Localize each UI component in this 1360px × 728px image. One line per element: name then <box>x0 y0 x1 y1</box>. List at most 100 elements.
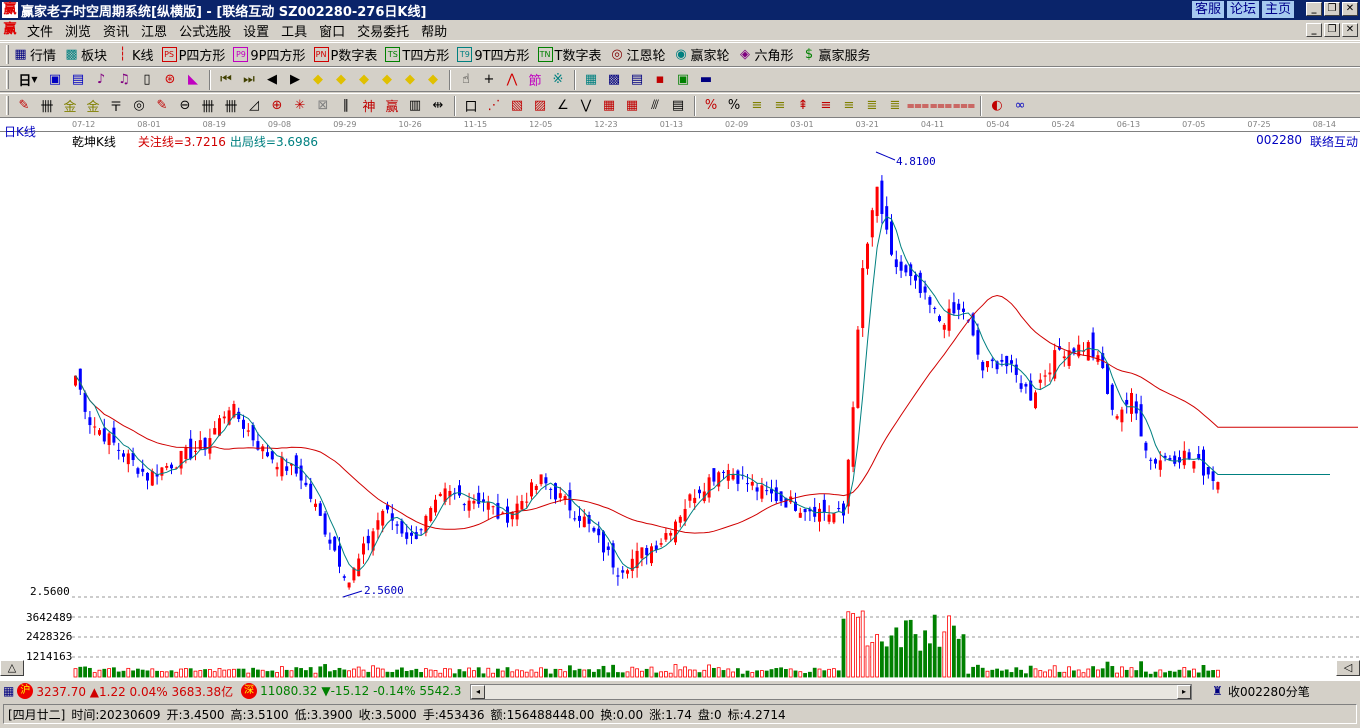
toolbar-button-ps[interactable]: PS P四方形 <box>161 45 225 64</box>
grid2-icon[interactable]: ▦ <box>621 96 643 116</box>
section-icon[interactable]: 節 <box>524 70 546 90</box>
toolbar-button-winner-wheel[interactable]: ◉ 赢家轮 <box>674 45 729 64</box>
gold-tri-icon[interactable]: ≣ <box>884 96 906 116</box>
channel-icon[interactable]: ⫻ <box>644 96 666 116</box>
indicator9-icon[interactable]: ♫ <box>113 70 135 90</box>
app-menu-icon[interactable]: 赢 <box>2 22 18 38</box>
toolbar-grip[interactable] <box>6 70 9 89</box>
tick-detail-button[interactable]: 收002280分笔 <box>1228 683 1310 700</box>
menu-help[interactable]: 帮助 <box>415 21 453 40</box>
slash-lines-icon[interactable]: ∥ <box>335 96 357 116</box>
zigzag-icon[interactable]: ⋁ <box>575 96 597 116</box>
speed-lines3-icon[interactable]: ⩶ <box>953 96 975 116</box>
gold-ratio2-icon[interactable]: ≡ <box>769 96 791 116</box>
angle-icon[interactable]: ◿ <box>243 96 265 116</box>
homepage-link[interactable]: 主页 <box>1261 1 1294 18</box>
box-icon[interactable]: 口 <box>460 96 482 116</box>
expand-icon[interactable]: ◆ <box>353 70 375 90</box>
gold-line-icon[interactable]: ⾦ <box>59 96 81 116</box>
toolbar-button-blocks[interactable]: ▩ 板块 <box>64 45 107 64</box>
last-icon[interactable]: ⏭ <box>238 70 260 90</box>
radial-icon[interactable]: ✳ <box>289 96 311 116</box>
menu-browse[interactable]: 浏览 <box>59 21 97 40</box>
expand-panel-right-button[interactable]: ◁ <box>1336 660 1360 676</box>
menu-news[interactable]: 资讯 <box>97 21 135 40</box>
circle-grid-icon[interactable]: ⊖ <box>174 96 196 116</box>
toolbar-button-t9[interactable]: T9 9T四方形 <box>457 45 530 64</box>
next-icon[interactable]: ▶ <box>284 70 306 90</box>
gold-ratio-icon[interactable]: ≡ <box>746 96 768 116</box>
square-spiral-icon[interactable]: ⊠ <box>312 96 334 116</box>
minimize-button[interactable]: _ <box>1306 2 1322 16</box>
speed-lines2-icon[interactable]: ⩶ <box>930 96 952 116</box>
menu-trade[interactable]: 交易委托 <box>351 21 415 40</box>
wave-icon[interactable]: ⋀ <box>501 70 523 90</box>
fan-icon[interactable]: ⋰ <box>483 96 505 116</box>
tri-lines-icon[interactable]: ≣ <box>861 96 883 116</box>
menu-tools[interactable]: 工具 <box>275 21 313 40</box>
menu-window[interactable]: 窗口 <box>313 21 351 40</box>
toolbar-button-gann-wheel[interactable]: ◎ 江恩轮 <box>610 45 665 64</box>
measure-icon[interactable]: ⇹ <box>427 96 449 116</box>
toolbar-button-grid[interactable]: ▦ 行情 <box>13 45 56 64</box>
menu-file[interactable]: 文件 <box>21 21 59 40</box>
calculator-icon[interactable]: ▩ <box>603 70 625 90</box>
pattern-icon[interactable]: ※ <box>547 70 569 90</box>
prev-icon[interactable]: ◀ <box>261 70 283 90</box>
toolbar-button-pn[interactable]: PN P数字表 <box>313 45 377 64</box>
hand-icon[interactable]: ☝ <box>455 70 477 90</box>
toolbar-button-tn[interactable]: TN T数字表 <box>537 45 602 64</box>
customer-service-link[interactable]: 客服 <box>1191 1 1224 18</box>
menu-settings[interactable]: 设置 <box>237 21 275 40</box>
toolbar-button-ts[interactable]: TS T四方形 <box>385 45 449 64</box>
infinity-icon[interactable]: ∞ <box>1009 96 1031 116</box>
gold-levels-icon[interactable]: ≡ <box>838 96 860 116</box>
expand-panel-button[interactable]: △ <box>0 660 24 676</box>
crosshair-icon[interactable]: + <box>478 70 500 90</box>
spiral-icon[interactable]: ◎ <box>128 96 150 116</box>
kline-chart[interactable]: 07-12 08-01 08-19 09-08 09-29 10-26 11-15 12-05… <box>0 118 1360 680</box>
toolbar-button-hexagon[interactable]: ◈ 六角形 <box>738 45 794 64</box>
parallel-lines-icon[interactable]: 卌 <box>36 96 58 116</box>
speed-lines-icon[interactable]: ⩶ <box>907 96 929 116</box>
report-icon[interactable]: ▤ <box>626 70 648 90</box>
ruler-icon[interactable]: ▤ <box>667 96 689 116</box>
scroll-right-button[interactable]: ▸ <box>1177 685 1191 699</box>
chart-style-icon[interactable]: ▣ <box>44 70 66 90</box>
menu-gann[interactable]: 江恩 <box>135 21 173 40</box>
shen-icon[interactable]: 神 <box>358 96 380 116</box>
gold-line2-icon[interactable]: ⾦ <box>82 96 104 116</box>
levels-icon[interactable]: ≡ <box>815 96 837 116</box>
forum-link[interactable]: 论坛 <box>1226 1 1259 18</box>
candle-dropdown-icon[interactable]: ▯ <box>136 70 158 90</box>
menu-formula[interactable]: 公式选股 <box>173 21 237 40</box>
target-icon[interactable]: ⊕ <box>266 96 288 116</box>
vertical-lines-icon[interactable]: 卌 <box>197 96 219 116</box>
export-icon[interactable]: ▣ <box>672 70 694 90</box>
save-icon[interactable]: ▪ <box>649 70 671 90</box>
grid-icon[interactable]: ▦ <box>598 96 620 116</box>
toolbar-button-kline[interactable]: ┆ K线 <box>115 45 154 64</box>
scroll-left-button[interactable]: ◂ <box>471 685 485 699</box>
child-minimize-button[interactable]: _ <box>1306 23 1322 37</box>
arrow-icon[interactable]: ⇞ <box>792 96 814 116</box>
angle2-icon[interactable]: ∠ <box>552 96 574 116</box>
move-right-icon[interactable]: ◆ <box>330 70 352 90</box>
quote-table-icon[interactable]: ▦ <box>3 684 14 698</box>
sz-index-change[interactable]: ▼-15.12 -0.14% 5542.3 <box>321 684 461 698</box>
flag-icon[interactable]: ◣ <box>182 70 204 90</box>
horizontal-scrollbar[interactable]: ◂ ▸ <box>470 684 1192 700</box>
period-dropdown[interactable]: 日 ▼ <box>13 70 43 90</box>
shrink-icon[interactable]: ◆ <box>376 70 398 90</box>
fib-line-icon[interactable]: 〒 <box>105 96 127 116</box>
toolbar-grip[interactable] <box>6 45 9 64</box>
cycle-icon[interactable]: ⊛ <box>159 70 181 90</box>
n2-lines-icon[interactable]: 卌 <box>220 96 242 116</box>
gann-square-icon[interactable]: ▨ <box>529 96 551 116</box>
toolbar-button-dollar[interactable]: $ 赢家服务 <box>802 45 871 64</box>
percent2-icon[interactable]: % <box>723 96 745 116</box>
gann-box-icon[interactable]: ▧ <box>506 96 528 116</box>
toolbar-grip[interactable] <box>6 96 9 115</box>
zoom-out-icon[interactable]: ◆ <box>422 70 444 90</box>
zoom-in-icon[interactable]: ◆ <box>399 70 421 90</box>
